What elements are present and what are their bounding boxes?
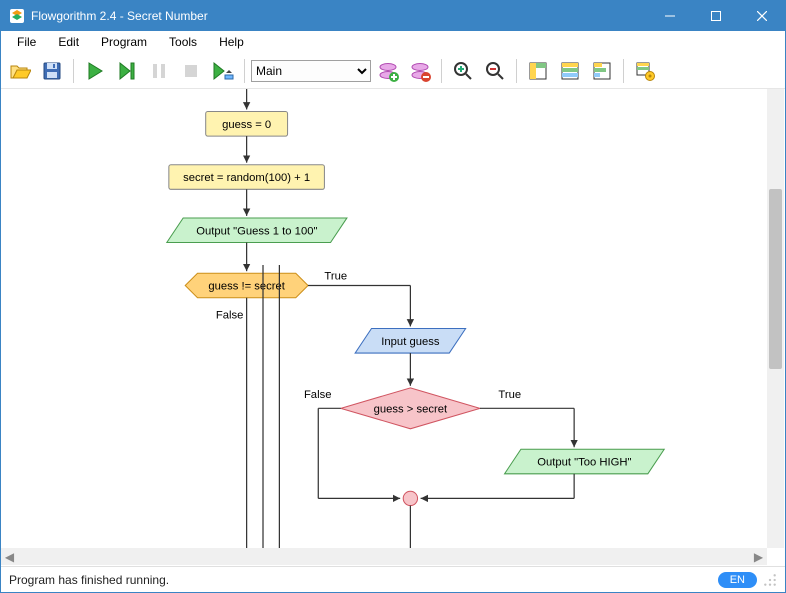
- while-false-label: False: [216, 309, 244, 321]
- titlebar: Flowgorithm 2.4 - Secret Number: [1, 1, 785, 31]
- menu-help[interactable]: Help: [209, 33, 254, 51]
- flowchart-canvas[interactable]: guess = 0 secret = random(100) + 1 Outpu…: [1, 89, 785, 560]
- scrollbar-thumb[interactable]: [769, 189, 782, 369]
- scroll-right-icon[interactable]: ▶: [750, 548, 767, 565]
- node-if-label: guess > secret: [374, 403, 448, 415]
- remove-function-button[interactable]: [405, 56, 435, 86]
- maximize-button[interactable]: [693, 1, 739, 31]
- node-input-label: Input guess: [381, 336, 440, 348]
- save-button[interactable]: [37, 56, 67, 86]
- node-while-label: guess != secret: [208, 281, 285, 293]
- close-button[interactable]: [739, 1, 785, 31]
- window-title: Flowgorithm 2.4 - Secret Number: [31, 9, 647, 23]
- node-assign-1-label: guess = 0: [222, 119, 271, 131]
- layout-3-button[interactable]: [587, 56, 617, 86]
- menu-tools[interactable]: Tools: [159, 33, 207, 51]
- minimize-button[interactable]: [647, 1, 693, 31]
- layout-1-button[interactable]: [523, 56, 553, 86]
- statusbar: Program has finished running. EN: [1, 566, 785, 592]
- status-message: Program has finished running.: [9, 573, 169, 587]
- horizontal-scrollbar[interactable]: ◀ ▶: [1, 548, 767, 565]
- run-button[interactable]: [80, 56, 110, 86]
- node-connector[interactable]: [403, 491, 417, 505]
- settings-button[interactable]: [630, 56, 660, 86]
- app-window: Flowgorithm 2.4 - Secret Number File Edi…: [0, 0, 786, 593]
- layout-2-button[interactable]: [555, 56, 585, 86]
- resize-grip-icon[interactable]: [763, 573, 777, 587]
- while-true-label: True: [324, 270, 347, 282]
- pause-button[interactable]: [144, 56, 174, 86]
- function-select[interactable]: Main: [251, 60, 371, 82]
- add-function-button[interactable]: [373, 56, 403, 86]
- zoom-out-button[interactable]: [480, 56, 510, 86]
- node-output-1-label: Output "Guess 1 to 100": [196, 225, 317, 237]
- scroll-left-icon[interactable]: ◀: [1, 548, 18, 565]
- app-icon: [9, 8, 25, 24]
- run-speed-button[interactable]: [208, 56, 238, 86]
- menu-edit[interactable]: Edit: [48, 33, 89, 51]
- menu-file[interactable]: File: [7, 33, 46, 51]
- menu-program[interactable]: Program: [91, 33, 157, 51]
- vertical-scrollbar[interactable]: [767, 89, 784, 548]
- toolbar: Main: [1, 53, 785, 89]
- if-true-label: True: [498, 389, 521, 401]
- menubar: File Edit Program Tools Help: [1, 31, 785, 53]
- zoom-in-button[interactable]: [448, 56, 478, 86]
- if-false-label: False: [304, 389, 332, 401]
- step-button[interactable]: [112, 56, 142, 86]
- node-assign-2-label: secret = random(100) + 1: [183, 172, 310, 184]
- node-output-2-label: Output "Too HIGH": [537, 457, 631, 469]
- stop-button[interactable]: [176, 56, 206, 86]
- workspace: guess = 0 secret = random(100) + 1 Outpu…: [1, 89, 785, 566]
- language-badge[interactable]: EN: [718, 572, 757, 588]
- open-button[interactable]: [5, 56, 35, 86]
